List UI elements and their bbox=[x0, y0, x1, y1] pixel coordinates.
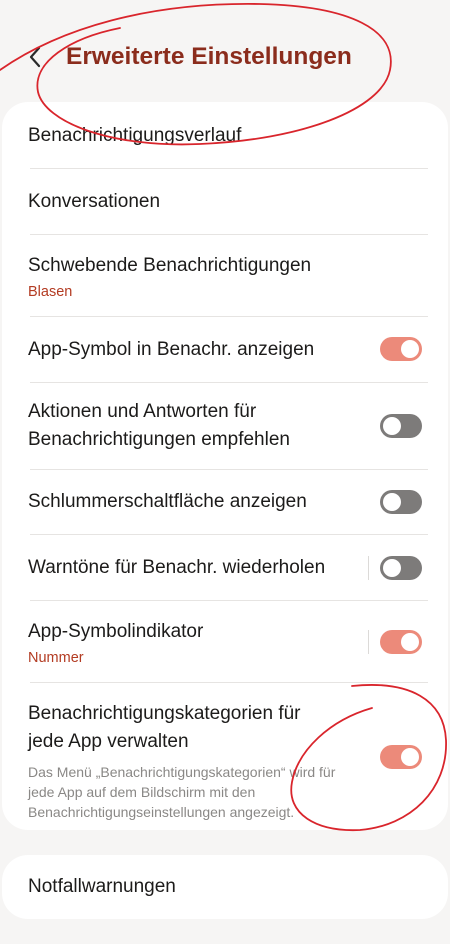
setting-manage-categories[interactable]: Benachrichtigungskategorien für jede App… bbox=[28, 700, 424, 822]
snooze-button-toggle[interactable] bbox=[380, 490, 422, 514]
toggle-knob bbox=[401, 340, 419, 358]
screen: Erweiterte Einstellungen Benachrichtigun… bbox=[0, 0, 450, 944]
divider bbox=[30, 682, 428, 683]
page-title: Erweiterte Einstellungen bbox=[66, 43, 352, 70]
suggest-actions-toggle[interactable] bbox=[380, 414, 422, 438]
divider bbox=[30, 469, 428, 470]
setting-emergency-alerts[interactable]: Notfallwarnungen bbox=[28, 873, 424, 901]
divider bbox=[30, 316, 428, 317]
toggle-knob bbox=[401, 633, 419, 651]
emergency-card: Notfallwarnungen bbox=[2, 855, 448, 919]
setting-conversations[interactable]: Konversationen bbox=[28, 188, 424, 216]
settings-card: Benachrichtigungsverlauf Konversationen … bbox=[2, 102, 448, 830]
setting-label-line2: jede App verwalten bbox=[28, 731, 189, 752]
repeat-alerts-toggle[interactable] bbox=[380, 556, 422, 580]
setting-value: Nummer bbox=[28, 650, 84, 666]
setting-repeat-alerts[interactable]: Warntöne für Benachr. wiederholen bbox=[28, 554, 424, 582]
toggle-knob bbox=[383, 493, 401, 511]
setting-label-line1: Benachrichtigungskategorien für bbox=[28, 703, 301, 724]
setting-label: Notfallwarnungen bbox=[28, 876, 176, 897]
setting-snooze-button[interactable]: Schlummerschaltfläche anzeigen bbox=[28, 488, 424, 516]
app-bar: Erweiterte Einstellungen bbox=[0, 0, 450, 110]
setting-label: Warntöne für Benachr. wiederholen bbox=[28, 557, 326, 578]
manage-categories-toggle[interactable] bbox=[380, 745, 422, 769]
setting-label: Schlummerschaltfläche anzeigen bbox=[28, 491, 307, 512]
divider bbox=[30, 382, 428, 383]
setting-label: Schwebende Benachrichtigungen bbox=[28, 255, 312, 276]
divider bbox=[30, 168, 428, 169]
setting-suggest-actions[interactable]: Aktionen und Antworten für Benachrichtig… bbox=[28, 398, 424, 454]
setting-floating-notifications[interactable]: Schwebende Benachrichtigungen Blasen bbox=[28, 252, 424, 302]
show-app-icon-toggle[interactable] bbox=[380, 337, 422, 361]
toggle-knob bbox=[383, 417, 401, 435]
app-icon-badge-toggle[interactable] bbox=[380, 630, 422, 654]
setting-value: Blasen bbox=[28, 284, 73, 300]
divider bbox=[30, 600, 428, 601]
setting-label: Benachrichtigungsverlauf bbox=[28, 125, 242, 146]
back-button[interactable] bbox=[20, 40, 50, 74]
setting-label: App-Symbolindikator bbox=[28, 621, 204, 642]
divider bbox=[30, 534, 428, 535]
setting-label: App-Symbol in Benachr. anzeigen bbox=[28, 339, 315, 360]
setting-notification-history[interactable]: Benachrichtigungsverlauf bbox=[28, 122, 424, 150]
setting-description: Das Menü „Benachrichtigungskategorien“ w… bbox=[28, 764, 336, 820]
back-arrow-icon bbox=[29, 46, 41, 68]
setting-app-icon-badge[interactable]: App-Symbolindikator Nummer bbox=[28, 618, 424, 668]
divider bbox=[30, 234, 428, 235]
setting-label-line1: Aktionen und Antworten für bbox=[28, 401, 257, 422]
toggle-knob bbox=[401, 748, 419, 766]
vertical-separator bbox=[368, 630, 369, 654]
vertical-separator bbox=[368, 556, 369, 580]
toggle-knob bbox=[383, 559, 401, 577]
setting-label: Konversationen bbox=[28, 191, 161, 212]
setting-show-app-icon[interactable]: App-Symbol in Benachr. anzeigen bbox=[28, 336, 424, 364]
setting-label-line2: Benachrichtigungen empfehlen bbox=[28, 429, 290, 450]
